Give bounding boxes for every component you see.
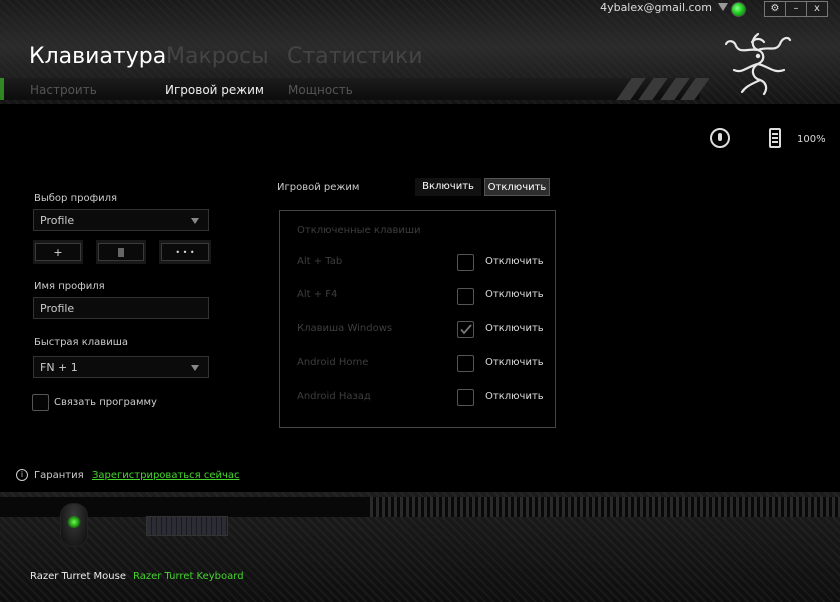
gear-icon: ⚙ (770, 3, 780, 14)
key-name-windows: Клавиша Windows (297, 323, 393, 334)
more-options-button[interactable]: • • • (161, 243, 209, 261)
device-name-mouse[interactable]: Razer Turret Mouse (30, 571, 126, 582)
razer-logo-icon (724, 32, 792, 96)
key-name-android-back: Android Назад (297, 391, 371, 402)
subtab-game-mode[interactable]: Игровой режим (165, 83, 264, 97)
trash-icon (118, 248, 124, 257)
key-off-label: Отключить (485, 289, 544, 300)
key-checkbox-alt-tab[interactable] (457, 254, 474, 271)
profile-select-value: Profile (40, 214, 75, 227)
disabled-keys-title: Отключенные клавиши (297, 225, 421, 236)
hotkey-select[interactable]: FN + 1 (33, 356, 209, 378)
info-icon: i (16, 469, 28, 481)
link-program-checkbox[interactable] (32, 394, 49, 411)
minimize-button[interactable]: – (785, 1, 807, 17)
mouse-device-icon[interactable] (60, 503, 88, 547)
key-off-label: Отключить (485, 391, 544, 402)
register-now-link[interactable]: Зарегистрироваться сейчас (92, 470, 240, 481)
key-name-alt-f4: Alt + F4 (297, 289, 338, 300)
game-mode-disable-button[interactable]: Отключить (484, 178, 550, 196)
add-profile-button[interactable]: + (35, 243, 81, 261)
key-checkbox-alt-f4[interactable] (457, 288, 474, 305)
disabled-keys-panel: Отключенные клавиши Alt + Tab Отключить … (279, 210, 556, 428)
checkmark-icon (460, 324, 472, 335)
key-checkbox-android-home[interactable] (457, 355, 474, 372)
warranty-label: Гарантия (34, 470, 84, 481)
delete-profile-button[interactable] (98, 243, 144, 261)
chevron-down-icon (191, 218, 199, 224)
tab-keyboard[interactable]: Клавиатура (29, 44, 166, 69)
chevron-down-icon (191, 365, 199, 371)
hotkey-select-value: FN + 1 (40, 361, 78, 374)
edge-accent (0, 78, 4, 100)
key-off-label: Отключить (485, 256, 544, 267)
user-email[interactable]: 4ybalex@gmail.com (600, 1, 712, 14)
device-name-keyboard[interactable]: Razer Turret Keyboard (133, 571, 244, 582)
settings-button[interactable]: ⚙ (764, 1, 786, 17)
close-button[interactable]: x (806, 1, 828, 17)
tab-macros[interactable]: Макросы (166, 44, 269, 69)
key-checkbox-windows[interactable] (457, 321, 474, 338)
profile-select-label: Выбор профиля (34, 193, 118, 204)
battery-level: 100% (797, 134, 826, 145)
tab-statistics[interactable]: Статистики (287, 44, 423, 69)
key-name-android-home: Android Home (297, 357, 369, 368)
game-mode-label: Игровой режим (277, 182, 360, 193)
keyboard-device-icon[interactable] (146, 516, 228, 536)
link-program-label: Связать программу (54, 397, 157, 408)
mouse-icon[interactable] (710, 128, 730, 148)
chevron-down-icon[interactable] (718, 3, 728, 11)
game-mode-enable-button[interactable]: Включить (415, 178, 481, 196)
online-status-icon (731, 2, 746, 17)
subtab-power[interactable]: Мощность (288, 83, 353, 97)
key-checkbox-android-back[interactable] (457, 389, 474, 406)
header-stripes (610, 78, 710, 100)
profile-name-label: Имя профиля (34, 281, 105, 292)
key-off-label: Отключить (485, 323, 544, 334)
footer-stripes (360, 497, 840, 517)
battery-icon (769, 128, 781, 148)
key-name-alt-tab: Alt + Tab (297, 256, 343, 267)
hotkey-label: Быстрая клавиша (34, 337, 128, 348)
profile-select[interactable]: Profile (33, 209, 209, 231)
key-off-label: Отключить (485, 357, 544, 368)
subtab-customize[interactable]: Настроить (30, 83, 97, 97)
profile-name-input[interactable]: Profile (33, 297, 209, 319)
